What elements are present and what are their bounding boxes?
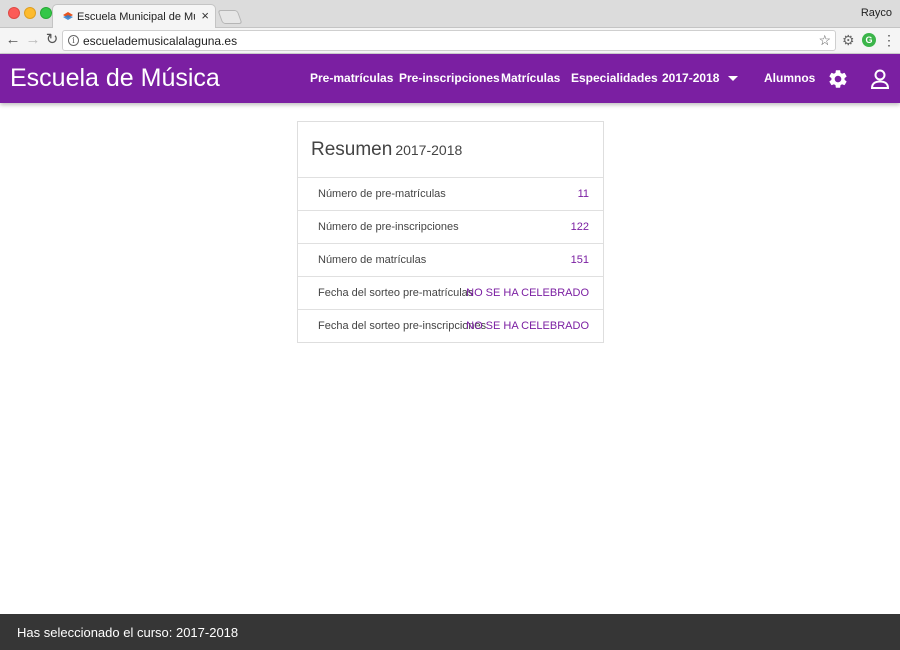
summary-card: Resumen 2017-2018 Número de pre-matrícula…: [297, 121, 604, 343]
caret-down-icon[interactable]: [728, 76, 738, 81]
summary-row-value: NO SE HA CELEBRADO: [466, 287, 589, 299]
summary-row: Fecha del sorteo pre-inscripciones NO SE…: [298, 310, 603, 343]
summary-row: Número de pre-inscripciones 122: [298, 211, 603, 244]
nav-pre-matriculas[interactable]: Pre-matrículas: [310, 71, 393, 85]
url-text[interactable]: escuelademusicalalaguna.es: [83, 34, 237, 48]
summary-row-label: Número de matrículas: [318, 254, 427, 266]
selected-course-text: Has seleccionado el curso: 2017-2018: [17, 625, 239, 640]
tab-close-icon[interactable]: ×: [201, 8, 209, 23]
account-icon[interactable]: [870, 68, 890, 90]
minimize-window-button[interactable]: [24, 7, 36, 19]
status-footer: Has seleccionado el curso: 2017-2018: [0, 614, 900, 650]
close-window-button[interactable]: [8, 7, 20, 19]
browser-toolbar: ← → ↻ i escuelademusicalalaguna.es ☆ ⚙ G…: [0, 28, 900, 54]
settings-icon[interactable]: [827, 68, 849, 90]
star-icon[interactable]: ☆: [818, 32, 831, 49]
nav-pre-inscripciones[interactable]: Pre-inscripciones: [399, 71, 500, 85]
summary-row: Número de matrículas 151: [298, 244, 603, 277]
nav-alumnos[interactable]: Alumnos: [764, 71, 815, 85]
site-favicon-icon: [63, 12, 73, 20]
tab-title: Escuela Municipal de Música: [77, 11, 195, 23]
summary-row: Número de pre-matrículas 11: [298, 178, 603, 211]
summary-row-value: NO SE HA CELEBRADO: [466, 320, 589, 332]
summary-row-label: Fecha del sorteo pre-matrículas: [318, 287, 474, 299]
grammarly-icon[interactable]: G: [862, 33, 876, 47]
browser-tab[interactable]: Escuela Municipal de Música ×: [52, 4, 216, 29]
summary-row: Fecha del sorteo pre-matrículas NO SE HA…: [298, 277, 603, 310]
year-selector[interactable]: 2017-2018: [662, 71, 719, 85]
summary-row-value: 11: [577, 188, 589, 200]
browser-tab-strip: Escuela Municipal de Música × Rayco: [0, 0, 900, 29]
browser-profile-name[interactable]: Rayco: [861, 7, 892, 19]
new-tab-button[interactable]: [217, 10, 243, 24]
back-icon[interactable]: ←: [4, 31, 22, 49]
summary-row-value: 151: [570, 254, 589, 266]
address-bar[interactable]: i escuelademusicalalaguna.es ☆: [62, 30, 836, 51]
maximize-window-button[interactable]: [40, 7, 52, 19]
info-icon[interactable]: i: [68, 35, 79, 46]
summary-title: Resumen 2017-2018: [311, 139, 462, 161]
reload-icon[interactable]: ↻: [43, 31, 61, 49]
app-title[interactable]: Escuela de Música: [10, 64, 220, 93]
summary-row-value: 122: [570, 221, 589, 233]
extension-gear-icon[interactable]: ⚙: [842, 32, 855, 48]
summary-row-label: Número de pre-matrículas: [318, 188, 446, 200]
summary-row-label: Número de pre-inscripciones: [318, 221, 459, 233]
summary-title-text: Resumen: [311, 139, 393, 160]
app-bar: Escuela de Música Pre-matrículas Pre-ins…: [0, 54, 900, 103]
summary-card-header: Resumen 2017-2018: [298, 122, 603, 178]
summary-row-label: Fecha del sorteo pre-inscripciones: [318, 320, 487, 332]
nav-especialidades[interactable]: Especialidades: [571, 71, 658, 85]
forward-icon[interactable]: →: [24, 31, 42, 49]
summary-year: 2017-2018: [395, 142, 463, 158]
menu-dots-icon[interactable]: ⋮: [882, 31, 896, 49]
nav-matriculas[interactable]: Matrículas: [501, 71, 560, 85]
